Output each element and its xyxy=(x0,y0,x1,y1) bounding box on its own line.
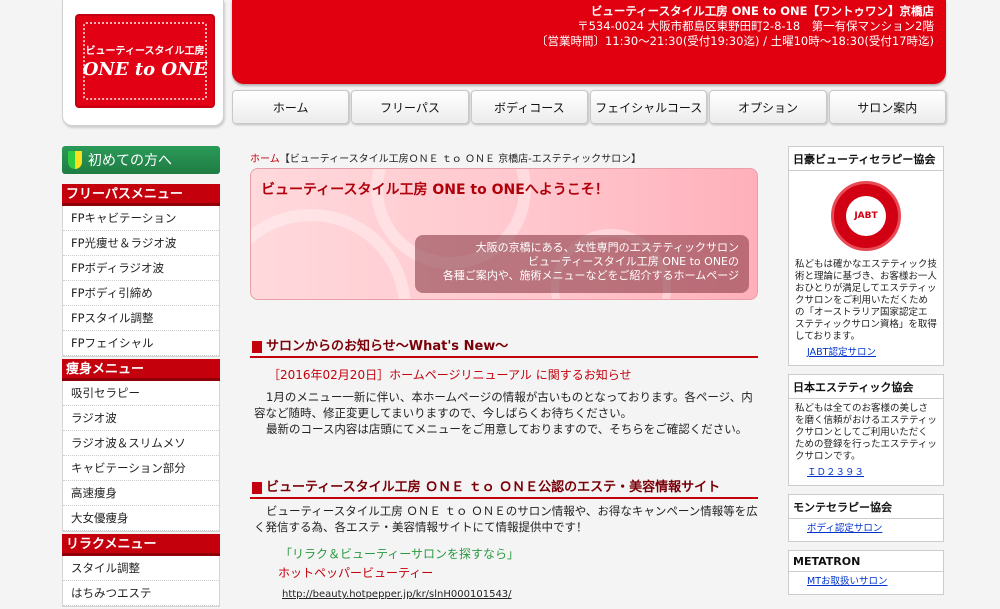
jabt-title: 日豪ビューティセラピー協会 xyxy=(789,147,943,171)
news-body: 1月のメニュー一新に伴い、本ホームページの情報が古いものとなっております。各ペー… xyxy=(250,389,758,437)
nav-freepass[interactable]: フリーパス xyxy=(351,90,469,124)
link-caption: 「リラク＆ビューティーサロンを探すなら」 xyxy=(280,547,520,561)
menu-item[interactable]: ラジオ波＆スリムメソ xyxy=(63,431,219,456)
news-paragraph: 最新のコース内容は店頭にてメニューをご用意しておりますので、そちらをご確認くださ… xyxy=(266,422,748,436)
metatron-box: METATRON MTお取扱いサロン xyxy=(788,550,944,595)
info-body: ビューティースタイル工房 ＯＮＥ ｔｏ ＯＮＥのサロン情報や、お得なキャンペーン… xyxy=(250,503,758,535)
menu-item[interactable]: 高速痩身 xyxy=(63,481,219,506)
logo-container[interactable]: ビューティースタイル工房 ONE to ONE xyxy=(62,0,224,126)
beginner-mark-icon xyxy=(68,151,82,169)
metatron-body: MTお取扱いサロン xyxy=(789,572,943,594)
news-paragraph: 1月のメニュー一新に伴い、本ホームページの情報が古いものとなっております。各ペー… xyxy=(254,390,753,420)
welcome-line: ビューティースタイル工房 ONE to ONEの xyxy=(528,255,739,268)
jabt-body: JABT 私どもは確かなエステティック技術と理論に基づき、お客様お一人おひとりが… xyxy=(789,171,943,365)
square-bullet-icon xyxy=(252,482,262,494)
left-sidebar: 初めての方へ フリーパスメニュー FPキャビテーション FP光痩せ＆ラジオ波 F… xyxy=(62,146,220,609)
breadcrumb: ホーム【ビューティースタイル工房ＯＮＥ ｔｏ ＯＮＥ 京橋店-エステティックサロ… xyxy=(250,150,758,168)
jabt-description: 私どもは確かなエステティック技術と理論に基づき、お客様お一人おひとりが満足してエ… xyxy=(795,259,937,342)
monte-link[interactable]: ボディ認定サロン xyxy=(795,523,937,535)
square-bullet-icon xyxy=(252,341,262,353)
menu-item[interactable]: はちみつエステ xyxy=(63,581,219,606)
jabt-seal-text: JABT xyxy=(846,196,886,236)
menu-heading-slimming: 痩身メニュー xyxy=(62,359,220,381)
info-title-text: ビューティースタイル工房 ＯＮＥ ｔｏ ＯＮＥ公認のエステ・美容情報サイト xyxy=(266,480,721,495)
logo-subtitle: ビューティースタイル工房 xyxy=(85,46,205,57)
first-time-banner[interactable]: 初めての方へ xyxy=(62,146,220,174)
menu-item[interactable]: FPスタイル調整 xyxy=(63,306,219,331)
metatron-link[interactable]: MTお取扱いサロン xyxy=(795,576,937,588)
menu-item[interactable]: FP光痩せ＆ラジオ波 xyxy=(63,231,219,256)
main-content: ホーム【ビューティースタイル工房ＯＮＥ ｔｏ ＯＮＥ 京橋店-エステティックサロ… xyxy=(250,150,758,600)
jabt-box: 日豪ビューティセラピー協会 JABT 私どもは確かなエステティック技術と理論に基… xyxy=(788,146,944,366)
jea-title: 日本エステティック協会 xyxy=(789,375,943,399)
jabt-seal-icon: JABT xyxy=(831,181,901,251)
menu-item[interactable]: スタイル調整 xyxy=(63,556,219,581)
monte-body: ボディ認定サロン xyxy=(789,519,943,541)
jea-box: 日本エステティック協会 私どもは全てのお客様の美しさを磨く信頼がおけるエステティ… xyxy=(788,374,944,486)
menu-list-freepass: FPキャビテーション FP光痩せ＆ラジオ波 FPボディラジオ波 FPボディ引締め… xyxy=(62,206,220,357)
monte-box: モンテセラピー協会 ボディ認定サロン xyxy=(788,494,944,542)
breadcrumb-current: 【ビューティースタイル工房ＯＮＥ ｔｏ ＯＮＥ 京橋店-エステティックサロン】 xyxy=(279,154,642,165)
jea-id-link[interactable]: ＩＤ２３９３ xyxy=(795,467,937,479)
welcome-title: ビューティースタイル工房 ONE to ONEへようこそ！ xyxy=(261,182,609,198)
menu-item[interactable]: 大女優痩身 xyxy=(63,506,219,531)
news-section-title: サロンからのお知らせ～What's New～ xyxy=(250,338,758,358)
store-name: ビューティースタイル工房 ONE to ONE【ワントゥワン】京橋店 xyxy=(590,4,934,18)
logo-main-text: ONE to ONE xyxy=(82,59,208,80)
breadcrumb-home-link[interactable]: ホーム xyxy=(250,154,280,165)
hotpepper-link-name[interactable]: ホットペッパービューティー xyxy=(278,564,758,581)
menu-item[interactable]: ラジオ波 xyxy=(63,406,219,431)
welcome-line: 各種ご案内や、施術メニューなどをご紹介するホームページ xyxy=(442,269,739,282)
menu-item[interactable]: 吸引セラピー xyxy=(63,381,219,406)
menu-item[interactable]: FPボディ引締め xyxy=(63,281,219,306)
metatron-title: METATRON xyxy=(789,551,943,572)
first-time-label: 初めての方へ xyxy=(88,153,172,169)
welcome-line: 大阪の京橋にある、女性専門のエステティックサロン xyxy=(475,241,739,254)
jea-description: 私どもは全てのお客様の美しさを磨く信頼がおけるエステティックサロンとしてご利用い… xyxy=(795,403,937,462)
nav-facial-course[interactable]: フェイシャルコース xyxy=(589,90,708,124)
menu-heading-freepass: フリーパスメニュー xyxy=(62,184,220,206)
jea-body: 私どもは全てのお客様の美しさを磨く信頼がおけるエステティックサロンとしてご利用い… xyxy=(789,399,943,485)
welcome-banner: ビューティースタイル工房 ONE to ONEへようこそ！ 大阪の京橋にある、女… xyxy=(250,168,758,300)
info-paragraph: ビューティースタイル工房 ＯＮＥ ｔｏ ＯＮＥのサロン情報や、お得なキャンペーン… xyxy=(254,504,758,534)
hotpepper-link-url[interactable]: http://beauty.hotpepper.jp/kr/slnH000101… xyxy=(282,589,758,600)
business-hours: 〔営業時間〕11:30～21:30(受付19:30迄) / 土曜10時～18:3… xyxy=(536,34,934,48)
nav-option[interactable]: オプション xyxy=(709,90,827,124)
welcome-description: 大阪の京橋にある、女性専門のエステティックサロン ビューティースタイル工房 ON… xyxy=(415,235,749,293)
jabt-link[interactable]: JABT認定サロン xyxy=(795,347,937,359)
nav-home[interactable]: ホーム xyxy=(232,90,350,124)
info-section-title: ビューティースタイル工房 ＯＮＥ ｔｏ ＯＮＥ公認のエステ・美容情報サイト xyxy=(250,479,758,499)
news-headline[interactable]: ［2016年02月20日］ホームページリニューアル に関するお知らせ xyxy=(268,366,758,383)
monte-title: モンテセラピー協会 xyxy=(789,495,943,519)
menu-item[interactable]: FPボディラジオ波 xyxy=(63,256,219,281)
menu-item[interactable]: FPフェイシャル xyxy=(63,331,219,356)
nav-salon-info[interactable]: サロン案内 xyxy=(828,90,946,124)
logo[interactable]: ビューティースタイル工房 ONE to ONE xyxy=(75,14,215,108)
header-banner: ビューティースタイル工房 ONE to ONE【ワントゥワン】京橋店 〒534-… xyxy=(232,0,946,84)
menu-item[interactable]: FPキャビテーション xyxy=(63,206,219,231)
news-title-text: サロンからのお知らせ～What's New～ xyxy=(266,339,509,354)
menu-list-slimming: 吸引セラピー ラジオ波 ラジオ波＆スリムメソ キャビテーション部分 高速痩身 大… xyxy=(62,381,220,532)
menu-heading-relax: リラクメニュー xyxy=(62,534,220,556)
nav-body-course[interactable]: ボディコース xyxy=(470,90,588,124)
right-sidebar: 日豪ビューティセラピー協会 JABT 私どもは確かなエステティック技術と理論に基… xyxy=(788,146,944,603)
menu-list-relax: スタイル調整 はちみつエステ xyxy=(62,556,220,607)
store-address: 〒534-0024 大阪市都島区東野田町2-8-18 第一有保マンション2階 xyxy=(577,19,934,33)
menu-item[interactable]: キャビテーション部分 xyxy=(63,456,219,481)
main-nav: ホーム フリーパス ボディコース フェイシャルコース オプション サロン案内 xyxy=(232,90,946,124)
